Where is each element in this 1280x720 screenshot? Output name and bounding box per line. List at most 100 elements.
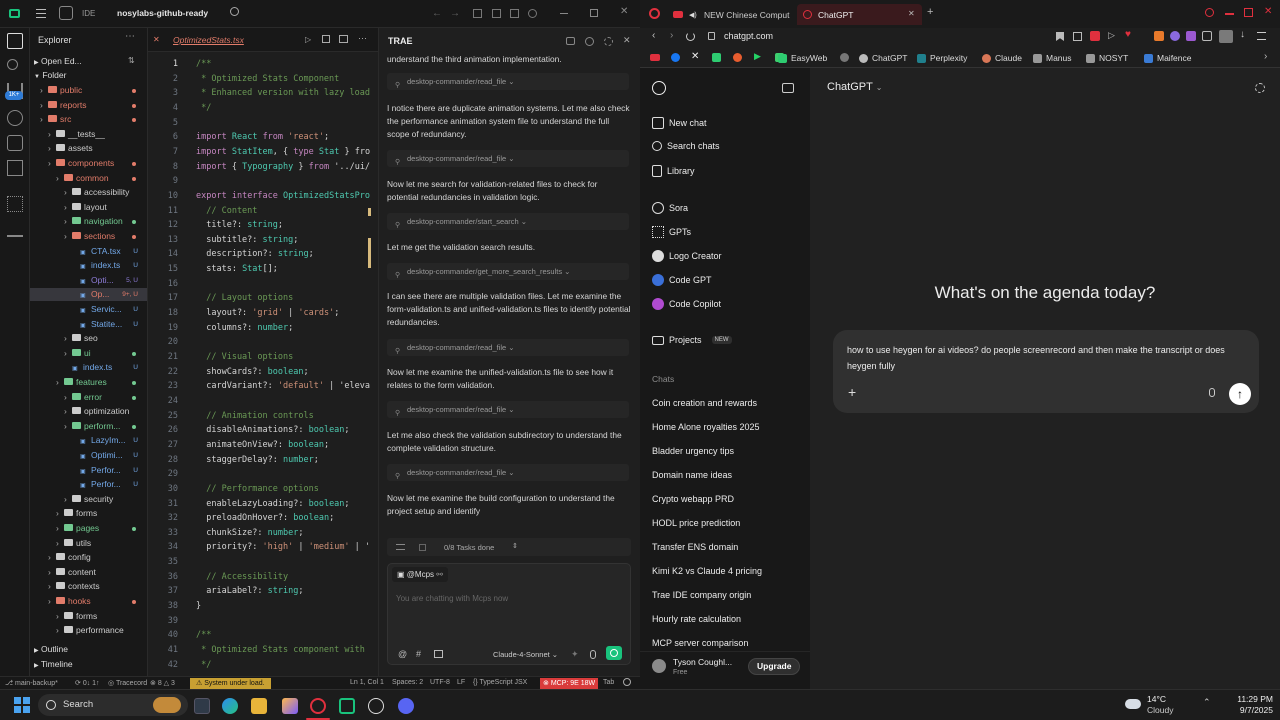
bookmark-nosyt[interactable]: NOSYT (1086, 53, 1128, 63)
model-selector[interactable]: Claude-4-Sonnet ⌄ (493, 650, 558, 659)
file-item[interactable]: ▣ Optimi... U (30, 449, 147, 462)
tracecord[interactable]: ◎ Tracecord (108, 679, 147, 687)
forward-arrow-icon[interactable]: → (450, 8, 460, 19)
code-line[interactable]: // Content (196, 206, 257, 216)
logo-creator-link[interactable]: Logo Creator (652, 250, 722, 262)
folder-item[interactable]: › navigation (30, 215, 147, 228)
layout-icon[interactable] (59, 6, 73, 20)
line-ending[interactable]: LF (457, 679, 465, 686)
code-line[interactable]: // Layout options (196, 293, 293, 303)
code-line[interactable]: */ (196, 660, 211, 670)
chat-history-item[interactable]: Kimi K2 vs Claude 4 pricing (652, 566, 762, 576)
folder-item[interactable]: › common (30, 172, 147, 185)
extensions-icon[interactable] (7, 196, 23, 212)
profile-avatar[interactable] (1219, 30, 1233, 43)
tasks-bar[interactable]: 0/8 Tasks done ⇕ (387, 538, 631, 556)
folder-item[interactable]: › optimization (30, 405, 147, 418)
extension-icon[interactable] (1170, 31, 1180, 41)
opera-icon[interactable] (310, 698, 326, 714)
extension-icon[interactable] (1090, 31, 1100, 41)
minimize-icon[interactable] (1225, 13, 1234, 15)
remote-icon[interactable] (7, 160, 23, 176)
sidebar-toggle-icon[interactable] (782, 83, 794, 93)
folder-item[interactable]: › components (30, 157, 147, 170)
run-icon[interactable]: ▷ (305, 35, 311, 44)
folder-item[interactable]: › error (30, 391, 147, 404)
code-gpt-link[interactable]: Code GPT (652, 274, 712, 286)
menu-icon[interactable] (1257, 32, 1266, 40)
model-selector[interactable]: ChatGPT ⌄ (827, 81, 882, 93)
code-line[interactable]: title?: string; (196, 220, 283, 230)
tab-chatgpt[interactable]: ChatGPT ✕ (797, 4, 922, 25)
folder-item[interactable]: › __tests__ (30, 128, 147, 141)
panel-bottom-icon[interactable] (492, 9, 501, 18)
hash-icon[interactable]: # (416, 649, 421, 659)
code-line[interactable]: stats: Stat[]; (196, 264, 278, 274)
forward-icon[interactable]: › (670, 30, 673, 41)
windows-start-icon[interactable] (14, 697, 30, 713)
code-line[interactable]: showCards?: boolean; (196, 367, 308, 377)
filter-icon[interactable]: ⇅ (128, 56, 135, 65)
folder-item[interactable]: › contexts (30, 580, 147, 593)
folder-item[interactable]: › content (30, 566, 147, 579)
bookmark-claude[interactable]: Claude (982, 53, 1022, 63)
code-line[interactable]: /** (196, 630, 211, 640)
file-item[interactable]: ▣ Statite... U (30, 318, 147, 331)
facebook-icon[interactable] (671, 53, 680, 62)
folder-item[interactable]: › seo (30, 332, 147, 345)
code-line[interactable]: cardVariant?: 'default' | 'eleva (196, 381, 370, 391)
code-line[interactable]: preloadOnHover?: boolean; (196, 513, 334, 523)
git-branch[interactable]: ⎇ main-backup* (5, 679, 58, 687)
code-line[interactable]: animateOnView?: boolean; (196, 440, 329, 450)
new-chat-icon[interactable] (566, 37, 575, 45)
maximize-icon[interactable] (590, 9, 598, 17)
projects-link[interactable]: Projects NEW (652, 335, 732, 345)
search-icon[interactable] (7, 59, 18, 70)
tab-mode[interactable]: Tab (603, 679, 614, 686)
problems-count[interactable]: ⊗ 8 △ 3 (150, 679, 175, 687)
code-line[interactable]: // Animation controls (196, 411, 313, 421)
code-line[interactable]: } (196, 601, 201, 611)
tool-call[interactable]: ⚲ desktop-commander/get_more_search_resul… (387, 263, 629, 280)
code-line[interactable]: * Optimized Stats Component (196, 74, 339, 84)
menu-icon[interactable] (36, 9, 46, 18)
chat-history-item[interactable]: Domain name ideas (652, 470, 732, 480)
discord-icon[interactable] (398, 698, 414, 714)
download-icon[interactable]: ↓ (1240, 29, 1245, 40)
minimize-icon[interactable] (560, 13, 568, 14)
bookmark-wordpress[interactable] (840, 53, 853, 62)
play-store-icon[interactable]: ▶ (754, 51, 761, 62)
folder-item[interactable]: › forms (30, 610, 147, 623)
kick-icon[interactable] (712, 53, 721, 62)
snapshot-icon[interactable] (1073, 32, 1082, 41)
code-line[interactable]: subtitle?: string; (196, 235, 298, 245)
task-view-icon[interactable] (194, 698, 210, 714)
folder-item[interactable]: › security (30, 493, 147, 506)
mic-icon[interactable] (590, 650, 596, 659)
indentation[interactable]: Spaces: 2 (392, 679, 423, 686)
send-button[interactable]: ↑ (1229, 383, 1251, 405)
split-editor-icon[interactable] (339, 35, 348, 43)
send-button[interactable] (606, 646, 622, 660)
mic-icon[interactable] (1209, 388, 1215, 397)
folder-item[interactable]: › layout (30, 201, 147, 214)
history-icon[interactable] (585, 37, 594, 46)
eye-icon[interactable] (7, 110, 23, 126)
tool-call[interactable]: ⚲ desktop-commander/read_file ⌄ (387, 73, 629, 90)
x-icon[interactable]: ✕ (691, 51, 699, 62)
code-copilot-link[interactable]: Code Copilot (652, 298, 721, 310)
panel-right-icon[interactable] (510, 9, 519, 18)
clock-time[interactable]: 11:29 PM (1221, 694, 1273, 704)
agent-chip[interactable]: ▣ @Mcps ⚯ (392, 567, 448, 582)
code-line[interactable]: import { Typography } from '../ui/ (196, 162, 370, 172)
sparkle-icon[interactable]: ✦ (571, 649, 579, 660)
bookmark-easyweb[interactable]: EasyWeb (778, 53, 827, 63)
search-icon[interactable] (230, 7, 239, 16)
chat-history-item[interactable]: Crypto webapp PRD (652, 494, 734, 504)
chat-history-item[interactable]: Transfer ENS domain (652, 542, 738, 552)
explorer-icon[interactable] (7, 33, 23, 49)
reddit-icon[interactable] (733, 53, 742, 62)
folder-item[interactable]: › ui (30, 347, 147, 360)
gpts-link[interactable]: GPTs (652, 226, 691, 238)
weather-desc[interactable]: Cloudy (1147, 705, 1173, 715)
